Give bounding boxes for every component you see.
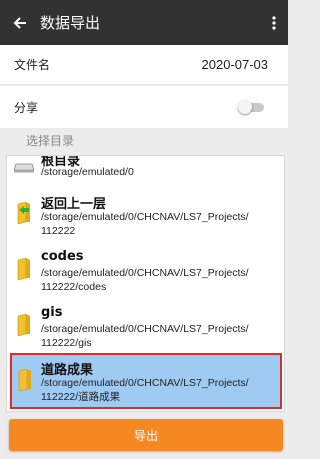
directory-name: gis	[41, 305, 63, 320]
directory-item-root[interactable]: 根目录 /storage/emulated/0	[7, 156, 284, 185]
drive-icon	[13, 163, 35, 173]
directory-path: /storage/emulated/0/CHCNAV/LS7_Projects/…	[41, 267, 249, 293]
share-row: 分享	[0, 86, 288, 128]
directory-item-codes[interactable]: codes /storage/emulated/0/CHCNAV/LS7_Pro…	[7, 244, 284, 296]
share-toggle[interactable]	[238, 100, 266, 114]
toggle-knob	[238, 100, 252, 114]
folder-icon	[17, 314, 30, 336]
folder-icon	[18, 369, 31, 391]
arrow-left-icon	[13, 16, 26, 29]
app-bar: 数据导出	[0, 0, 288, 45]
folder-up-icon	[17, 202, 30, 224]
more-vert-icon	[272, 15, 276, 30]
folder-icon	[17, 258, 30, 280]
back-button[interactable]	[0, 0, 40, 45]
directory-path: /storage/emulated/0/CHCNAV/LS7_Projects/…	[41, 377, 249, 403]
directory-item-selected[interactable]: 道路成果 /storage/emulated/0/CHCNAV/LS7_Proj…	[10, 353, 282, 409]
directory-path: /storage/emulated/0/CHCNAV/LS7_Projects/…	[41, 323, 249, 349]
export-button[interactable]: 导出	[9, 419, 283, 451]
directory-name: codes	[41, 249, 84, 264]
file-name-value[interactable]: 2020-07-03	[202, 57, 269, 72]
directory-path: /storage/emulated/0/CHCNAV/LS7_Projects/…	[41, 211, 249, 237]
page-title: 数据导出	[40, 14, 101, 32]
directory-item-gis[interactable]: gis /storage/emulated/0/CHCNAV/LS7_Proje…	[7, 300, 284, 352]
directory-path: /storage/emulated/0	[41, 166, 134, 178]
directory-item-up[interactable]: 返回上一层 /storage/emulated/0/CHCNAV/LS7_Pro…	[7, 188, 284, 240]
file-name-row[interactable]: 文件名 2020-07-03	[0, 45, 288, 85]
file-name-label: 文件名	[14, 58, 51, 72]
share-label: 分享	[14, 100, 39, 115]
select-directory-header: 选择目录	[0, 128, 288, 155]
directory-list[interactable]: 根目录 /storage/emulated/0 返回上一层 /storage/e…	[6, 155, 285, 412]
more-options-button[interactable]	[260, 0, 288, 45]
